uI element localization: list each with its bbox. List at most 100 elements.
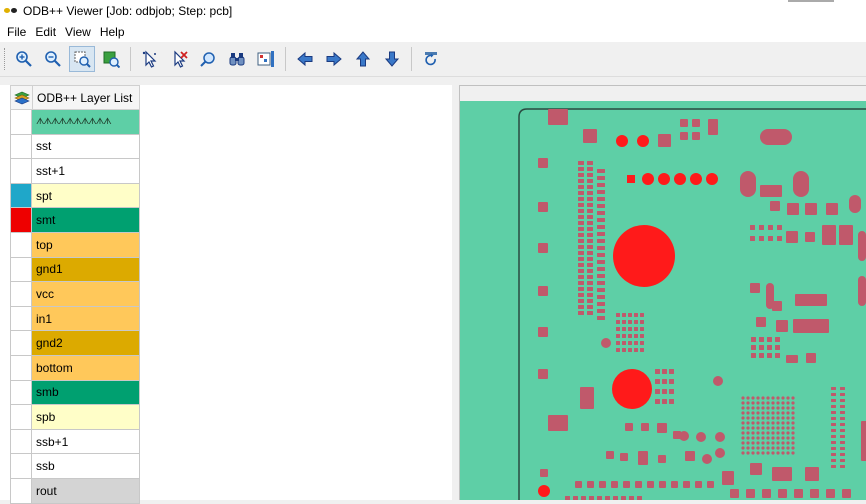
pcb-via xyxy=(715,432,725,442)
layer-visibility-swatch[interactable] xyxy=(10,257,32,282)
layer-visibility-swatch[interactable] xyxy=(10,429,32,454)
layer-visibility-swatch[interactable] xyxy=(10,405,32,429)
menu-help[interactable]: Help xyxy=(96,25,129,39)
layer-visibility-swatch[interactable] xyxy=(10,306,32,331)
layer-name[interactable]: spb xyxy=(32,405,140,429)
find-button[interactable] xyxy=(195,46,221,72)
layer-name[interactable]: ssb+1 xyxy=(32,429,140,454)
layer-row[interactable]: smt xyxy=(10,208,140,233)
bga-ball xyxy=(751,446,755,450)
layer-visibility-swatch[interactable] xyxy=(10,331,32,355)
layer-visibility-swatch[interactable] xyxy=(10,454,32,478)
layer-name[interactable]: smt xyxy=(32,208,140,232)
pcb-pad xyxy=(740,171,756,197)
menu-file[interactable]: File xyxy=(3,25,30,39)
pan-up-icon xyxy=(355,51,371,67)
layer-visibility-swatch[interactable] xyxy=(10,159,32,183)
layer-visibility-swatch[interactable] xyxy=(10,183,32,208)
bga-ball xyxy=(751,431,755,435)
layer-row[interactable]: ᗑᗑᗑᗑᗑᗑᗑᗑᗑᗑ xyxy=(10,110,140,135)
layer-name[interactable]: gnd1 xyxy=(32,257,140,282)
layer-name[interactable]: in1 xyxy=(32,306,140,331)
refresh-button[interactable] xyxy=(418,46,444,72)
bga-ball xyxy=(791,396,795,400)
toolbar-grip[interactable] xyxy=(4,48,7,70)
pcb-pad xyxy=(622,334,626,338)
layer-visibility-swatch[interactable] xyxy=(10,380,32,405)
layer-row[interactable]: smb xyxy=(10,380,140,406)
layer-row[interactable]: sst+1 xyxy=(10,159,140,184)
pcb-pad xyxy=(831,393,836,396)
layer-visibility-swatch[interactable] xyxy=(10,134,32,159)
pcb-board-drawing[interactable] xyxy=(460,101,866,500)
bga-ball xyxy=(746,426,750,430)
layer-name[interactable]: vcc xyxy=(32,282,140,306)
layer-visibility-swatch[interactable] xyxy=(10,232,32,257)
layer-visibility-swatch[interactable] xyxy=(10,110,32,134)
layer-name[interactable]: spt xyxy=(32,183,140,208)
bga-ball xyxy=(771,426,775,430)
select-button[interactable] xyxy=(137,46,163,72)
pan-right-button[interactable] xyxy=(321,46,347,72)
layer-row[interactable]: gnd1 xyxy=(10,257,140,283)
pan-down-button[interactable] xyxy=(379,46,405,72)
zoom-window-button[interactable] xyxy=(69,46,95,72)
layer-visibility-swatch[interactable] xyxy=(10,282,32,306)
pcb-pad xyxy=(597,274,605,278)
layers-icon-cell[interactable] xyxy=(11,86,33,109)
layer-row[interactable]: bottom xyxy=(10,355,140,381)
layer-name[interactable]: top xyxy=(32,232,140,257)
layer-visibility-swatch[interactable] xyxy=(10,208,32,232)
pcb-via xyxy=(713,376,723,386)
layer-name[interactable]: ᗑᗑᗑᗑᗑᗑᗑᗑᗑᗑ xyxy=(32,110,140,134)
pcb-pad xyxy=(831,459,836,462)
zoom-fit-button[interactable] xyxy=(98,46,124,72)
pcb-pad xyxy=(622,313,626,317)
pcb-pad xyxy=(587,305,593,309)
layer-name[interactable]: rout xyxy=(32,478,140,503)
layer-visibility-swatch[interactable] xyxy=(10,478,32,503)
pcb-pad xyxy=(578,203,584,207)
pcb-pad xyxy=(775,353,780,358)
layer-name[interactable]: sst xyxy=(32,134,140,159)
pcb-canvas[interactable] xyxy=(459,85,866,500)
pcb-drill-hole xyxy=(616,135,628,147)
menu-view[interactable]: View xyxy=(61,25,95,39)
pcb-square-pad xyxy=(627,175,635,183)
bga-ball xyxy=(786,451,790,455)
layer-row[interactable]: gnd2 xyxy=(10,331,140,356)
layer-name[interactable]: ssb xyxy=(32,454,140,478)
layer-row[interactable]: in1 xyxy=(10,306,140,332)
pcb-pad xyxy=(655,389,660,394)
pan-up-button[interactable] xyxy=(350,46,376,72)
layer-row[interactable]: spb xyxy=(10,405,140,430)
panel-splitter[interactable] xyxy=(452,85,459,500)
layer-row[interactable]: sst xyxy=(10,134,140,160)
layer-name[interactable]: sst+1 xyxy=(32,159,140,183)
pcb-pad xyxy=(578,215,584,219)
measure-button[interactable] xyxy=(253,46,279,72)
bga-ball xyxy=(766,426,770,430)
layer-row[interactable]: vcc xyxy=(10,282,140,307)
bga-ball xyxy=(751,441,755,445)
zoom-in-button[interactable] xyxy=(11,46,37,72)
layer-name[interactable]: bottom xyxy=(32,355,140,380)
zoom-out-button[interactable] xyxy=(40,46,66,72)
pcb-via xyxy=(702,454,712,464)
menu-edit[interactable]: Edit xyxy=(31,25,60,39)
layer-visibility-swatch[interactable] xyxy=(10,355,32,380)
layer-row[interactable]: ssb+1 xyxy=(10,429,140,455)
pcb-pad xyxy=(616,320,620,324)
layer-row[interactable]: spt xyxy=(10,183,140,209)
layer-name[interactable]: gnd2 xyxy=(32,331,140,355)
bga-ball xyxy=(791,431,795,435)
bga-ball xyxy=(756,426,760,430)
binoculars-button[interactable] xyxy=(224,46,250,72)
layer-row[interactable]: top xyxy=(10,232,140,258)
layer-panel: ODB++ Layer List ᗑᗑᗑᗑᗑᗑᗑᗑᗑᗑ sst sst+1 spt sm… xyxy=(0,85,452,504)
layer-name[interactable]: smb xyxy=(32,380,140,405)
pan-left-button[interactable] xyxy=(292,46,318,72)
deselect-button[interactable] xyxy=(166,46,192,72)
layer-row[interactable]: ssb xyxy=(10,454,140,479)
bga-ball xyxy=(791,406,795,410)
